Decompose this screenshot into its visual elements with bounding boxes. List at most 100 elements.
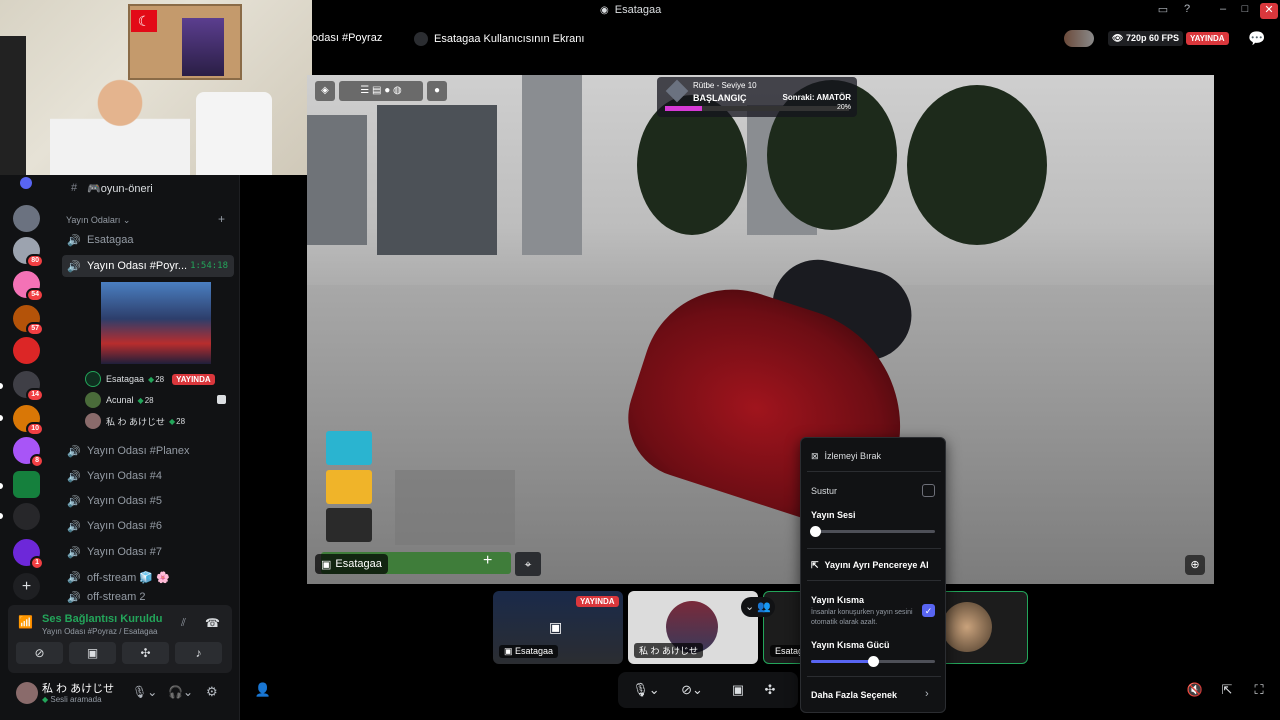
- activities-button[interactable]: ✣: [122, 642, 169, 664]
- server-icon[interactable]: 57: [13, 305, 44, 336]
- soundboard-button[interactable]: ♪: [175, 642, 222, 664]
- inbox-icon[interactable]: ▭: [1154, 3, 1172, 19]
- voice-channel[interactable]: 🔊 Yayın Odası #5: [62, 490, 234, 512]
- self-avatar[interactable]: [16, 682, 38, 704]
- mute-stream-icon[interactable]: 🔇: [1186, 679, 1204, 701]
- attenuation-strength-label: Yayın Kısma Gücü: [811, 640, 890, 650]
- server-icon[interactable]: 80: [13, 237, 44, 268]
- viewer-avatars[interactable]: [1064, 30, 1094, 47]
- garage-button[interactable]: [326, 431, 372, 465]
- location-icon[interactable]: ⌖: [515, 552, 541, 576]
- server-icon[interactable]: 8: [13, 437, 44, 468]
- stream-preview-image[interactable]: [101, 282, 211, 364]
- unread-badge: 8: [30, 454, 44, 468]
- camera-button[interactable]: ⊘⌄: [672, 679, 712, 701]
- discord-app: ◉ Esatagaa ▭ ? – □ ✕ odası #Poyraz Esatag…: [0, 0, 1280, 720]
- server-icon[interactable]: [13, 503, 40, 530]
- voice-channel[interactable]: 🔊 Esatagaa: [62, 229, 234, 251]
- rank-progress-fill: [665, 106, 702, 111]
- game-toolbar[interactable]: ☰ ▤ ● ◍: [339, 81, 423, 101]
- live-badge: YAYINDA: [576, 596, 619, 607]
- mic-button[interactable]: 🎙⌄: [628, 679, 664, 701]
- noise-suppression-icon[interactable]: ⫽: [181, 617, 186, 630]
- channel-label: 🎮oyun-öneri: [87, 182, 153, 195]
- maximize-button[interactable]: □: [1236, 3, 1254, 19]
- window-title-text: Esatagaa: [614, 4, 662, 16]
- invite-icon[interactable]: 👤: [254, 679, 272, 701]
- volume-knob[interactable]: [809, 526, 821, 537]
- stop-watching-item[interactable]: ⊠ İzlemeyi Bırak: [811, 451, 881, 462]
- signal-icon[interactable]: 📶: [18, 615, 33, 629]
- mic-icon[interactable]: 🎙⌄: [132, 685, 157, 699]
- headphones-icon[interactable]: 🎧⌄: [168, 685, 193, 699]
- voice-channel[interactable]: 🔊 Yayın Odası #7: [62, 541, 234, 563]
- channel-tab[interactable]: odası #Poyraz: [312, 32, 382, 44]
- popout-item[interactable]: ⇱ Yayını Ayrı Pencereye Al: [811, 560, 929, 571]
- minimize-button[interactable]: –: [1214, 3, 1232, 19]
- server-icon[interactable]: 1: [13, 539, 44, 570]
- more-options-item[interactable]: Daha Fazla Seçenek: [811, 690, 897, 700]
- server-icon[interactable]: 10: [13, 405, 44, 436]
- voice-channel[interactable]: 🔊 Yayın Odası #4: [62, 465, 234, 487]
- voice-channel[interactable]: 🔊 Yayın Odası #6: [62, 515, 234, 537]
- share-screen-button[interactable]: ▣: [728, 679, 748, 701]
- attenuation-fill: [811, 660, 873, 663]
- close-button[interactable]: ✕: [1260, 3, 1278, 19]
- camera-off-button[interactable]: ⊘: [16, 642, 63, 664]
- hash-icon: #: [70, 182, 78, 194]
- voice-channel-active[interactable]: 🔊 Yayın Odası #Poyr... 1:54:18: [62, 255, 234, 277]
- settings-button[interactable]: [326, 508, 372, 542]
- roblox-menu-icon[interactable]: ◈: [315, 81, 335, 101]
- server-icon[interactable]: [13, 337, 40, 364]
- voice-channel[interactable]: 🔊 off-stream 2: [62, 591, 234, 603]
- mute-checkbox[interactable]: [922, 484, 935, 497]
- screen-share-button[interactable]: ▣: [69, 642, 116, 664]
- popout-icon[interactable]: ⇱: [1218, 679, 1236, 701]
- volume-slider[interactable]: [809, 526, 935, 537]
- roblox-icon: [217, 395, 226, 404]
- zoom-icon[interactable]: ⊕: [1185, 555, 1205, 575]
- voice-user[interactable]: Esatagaa ◆ 28 YAYINDA: [85, 370, 215, 388]
- unread-pip: [0, 483, 3, 489]
- attenuation-knob[interactable]: [868, 656, 879, 667]
- add-server-icon[interactable]: +: [13, 573, 40, 600]
- attenuation-strength-slider[interactable]: [811, 656, 935, 667]
- volume-label: Yayın Sesi: [811, 510, 856, 520]
- category-header[interactable]: Yayın Odaları ⌄: [66, 215, 130, 226]
- participant-name: ▣ Esatagaa: [499, 645, 559, 658]
- settings-icon[interactable]: ⚙: [206, 684, 218, 700]
- add-channel-icon[interactable]: +: [218, 212, 225, 226]
- attenuation-checkbox[interactable]: ✓: [922, 604, 935, 617]
- chat-icon[interactable]: 💬: [1248, 30, 1265, 47]
- voice-channel[interactable]: 🔊 Yayın Odası #Planex: [62, 440, 234, 462]
- server-icon[interactable]: 14: [13, 371, 44, 402]
- participant-tile[interactable]: YAYINDA ▣ ▣ Esatagaa: [493, 591, 623, 664]
- help-icon[interactable]: ?: [1178, 3, 1196, 19]
- voice-status[interactable]: Ses Bağlantısı Kuruldu: [42, 613, 162, 625]
- participant-tile[interactable]: 私 わ あけじせ: [628, 591, 758, 664]
- fullscreen-icon[interactable]: ⛶: [1250, 679, 1268, 701]
- game-chat-icon[interactable]: ●: [427, 81, 447, 101]
- building-image: [377, 105, 497, 255]
- disconnect-icon[interactable]: ☎: [205, 616, 220, 630]
- stop-watching-label: İzlemeyi Bırak: [824, 451, 882, 461]
- voice-user[interactable]: Acunal ◆ 28: [85, 391, 154, 409]
- voice-channel[interactable]: 🔊 off-stream 🧊 🌸: [62, 566, 234, 588]
- server-icon[interactable]: [13, 471, 40, 498]
- voice-channel-path[interactable]: Yayın Odası #Poyraz / Esatagaa: [42, 627, 157, 636]
- activity-button[interactable]: ✣: [760, 679, 780, 701]
- voice-user[interactable]: 私 わ あけじせ ◆ 28: [85, 412, 185, 430]
- channel-timer: 1:54:18: [190, 261, 228, 271]
- screen-share-title: Esatagaa Kullanıcısının Ekranı: [434, 32, 585, 45]
- server-icon[interactable]: [13, 205, 40, 232]
- screen-share-tab[interactable]: Esatagaa Kullanıcısının Ekranı: [414, 32, 584, 46]
- self-name[interactable]: 私 わ あけじせ: [42, 680, 114, 696]
- add-money-icon[interactable]: +: [483, 552, 492, 570]
- collapse-tiles-button[interactable]: ⌄ 👥: [741, 597, 775, 617]
- server-icon[interactable]: 54: [13, 271, 44, 302]
- channel-oyun-oneri[interactable]: # 🎮oyun-öneri: [62, 177, 234, 199]
- stream-video[interactable]: ◈ ☰ ▤ ● ◍ ● Rütbe - Seviye 10 BAŞLANGIÇ …: [307, 75, 1214, 584]
- dm-icon[interactable]: [20, 177, 32, 189]
- screen-icon: ▣: [321, 558, 332, 571]
- shop-button[interactable]: [326, 470, 372, 504]
